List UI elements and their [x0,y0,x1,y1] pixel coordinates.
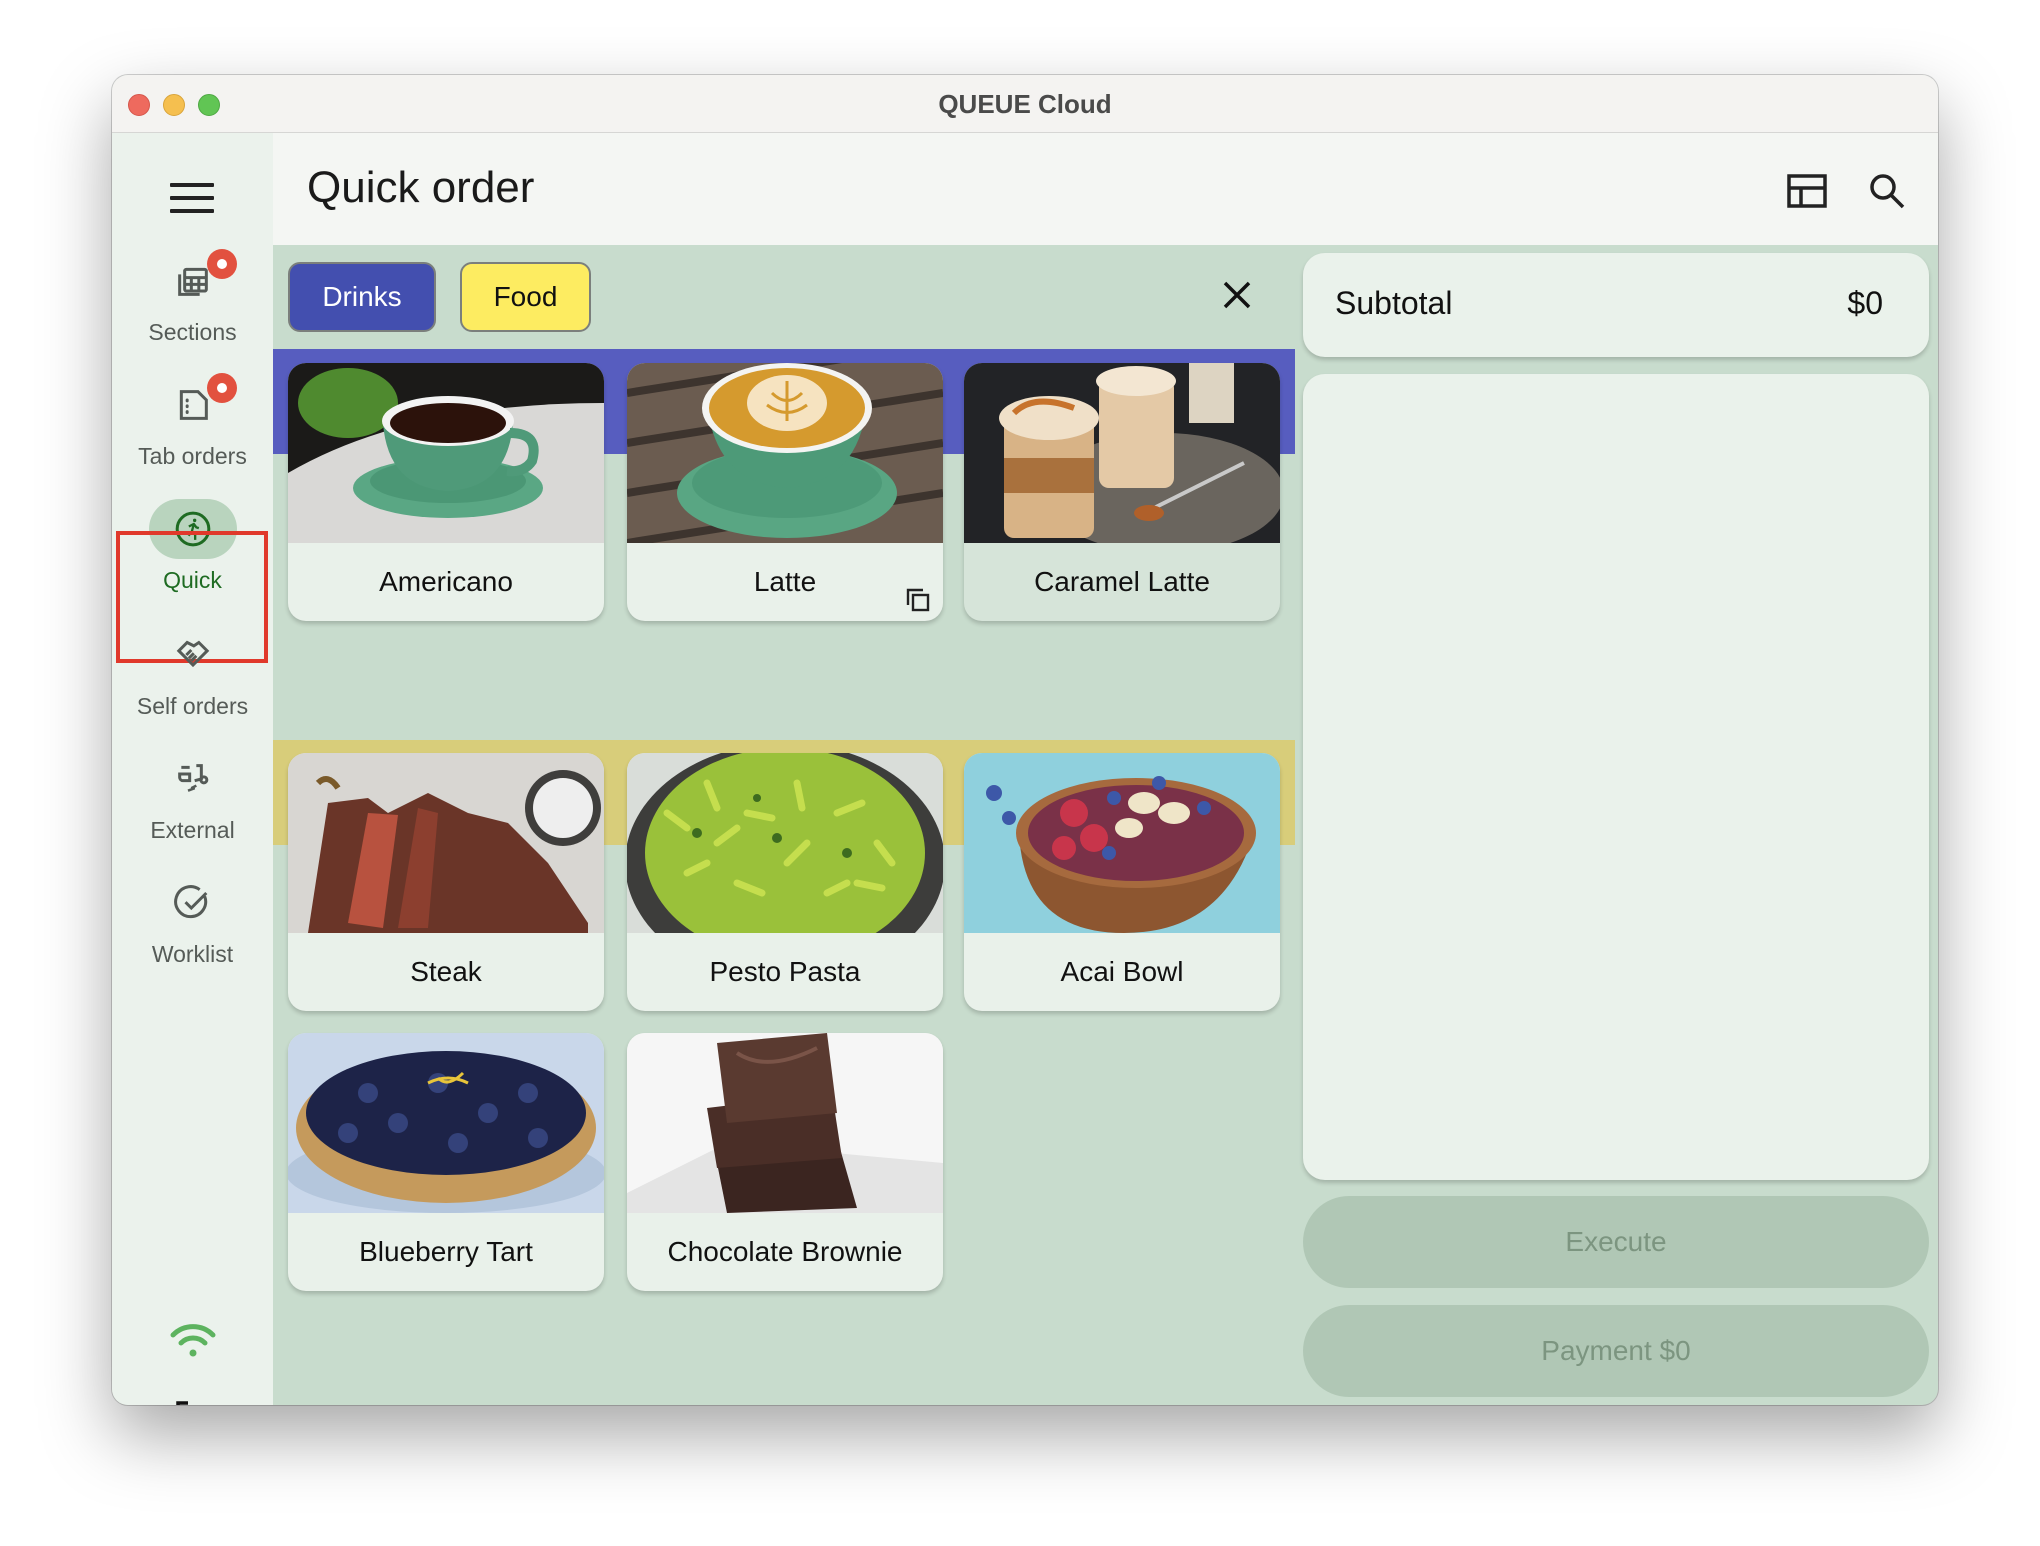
execute-button[interactable]: Execute [1303,1196,1929,1288]
coffee-cup-image [288,363,604,543]
notification-badge [206,249,237,279]
title-bar: QUEUE Cloud [112,75,1938,133]
sidebar-item-worklist[interactable]: Worklist [112,867,273,987]
product-card-blueberry-tart[interactable]: Blueberry Tart [288,1033,604,1291]
payment-button[interactable]: Payment $0 [1303,1305,1929,1397]
product-name: Americano [379,566,513,597]
acai-bowl-image [964,753,1280,933]
sidebar-item-label: Tab orders [138,443,247,469]
sidebar-item-label: Sections [148,319,237,345]
pesto-pasta-image [627,753,943,933]
product-name: Latte [753,566,817,597]
product-name: Steak [410,956,482,987]
product-name: Chocolate Brownie [667,1236,903,1267]
sidebar-item-sections[interactable]: Sections [112,245,273,365]
check-circle-icon [173,885,207,919]
sidebar-item-tab-orders[interactable]: Tab orders [112,369,273,489]
brownie-image [627,1033,943,1213]
top-app-bar: Quick order [273,133,1938,245]
sidebar-item-label: Self orders [136,693,249,719]
caramel-latte-image [964,363,1280,543]
search-icon[interactable] [1865,169,1909,213]
product-panel: Drinks Food Coffee Americano [273,245,1295,1405]
steak-image [288,753,604,933]
subtotal-label: Subtotal [1335,285,1453,321]
sidebar-item-label: Quick [163,567,222,593]
filter-chip-food[interactable]: Food [460,262,591,332]
latte-art-image [627,363,943,543]
hamburger-menu-icon[interactable] [170,183,214,215]
close-icon[interactable] [1217,275,1257,315]
app-window: QUEUE Cloud Sections Tab orders Quick Se… [112,75,1938,1405]
subtotal-value: $0 [1847,285,1883,321]
logout-icon[interactable] [172,1397,216,1405]
product-name: Acai Bowl [1060,956,1184,987]
product-name: Caramel Latte [1034,566,1210,597]
product-card-americano[interactable]: Americano [288,363,604,621]
filter-chip-drinks[interactable]: Drinks [288,262,436,332]
notification-badge [206,373,237,403]
sidebar-item-external[interactable]: External [112,743,273,863]
sidebar-item-label: External [150,817,235,843]
product-card-latte[interactable]: Latte [627,363,943,621]
wifi-icon [168,1321,218,1361]
window-title: QUEUE Cloud [938,89,1112,119]
copy-variants-icon [906,588,930,612]
product-name: Blueberry Tart [359,1236,533,1267]
subtotal-card: Subtotal $0 [1303,253,1929,357]
running-person-icon [175,511,210,547]
page-title: Quick order [307,163,535,212]
order-panel: Subtotal $0 Execute Payment $0 [1295,245,1938,1405]
layout-icon[interactable] [1785,169,1829,213]
sidebar-item-quick[interactable]: Quick [112,493,273,613]
scooter-delivery-icon [177,764,208,792]
product-card-caramel-latte[interactable]: Caramel Latte [964,363,1280,621]
product-card-pesto-pasta[interactable]: Pesto Pasta [627,753,943,1011]
sidebar: Sections Tab orders Quick Self orders Ex… [112,133,273,1405]
handshake-icon [176,640,209,668]
order-items-list [1303,374,1929,1180]
product-card-chocolate-brownie[interactable]: Chocolate Brownie [627,1033,943,1291]
blueberry-tart-image [288,1033,604,1213]
product-card-acai-bowl[interactable]: Acai Bowl [964,753,1280,1011]
product-card-steak[interactable]: Steak [288,753,604,1011]
sidebar-item-self-orders[interactable]: Self orders [112,619,273,739]
sidebar-item-label: Worklist [151,941,234,967]
product-name: Pesto Pasta [709,956,861,987]
